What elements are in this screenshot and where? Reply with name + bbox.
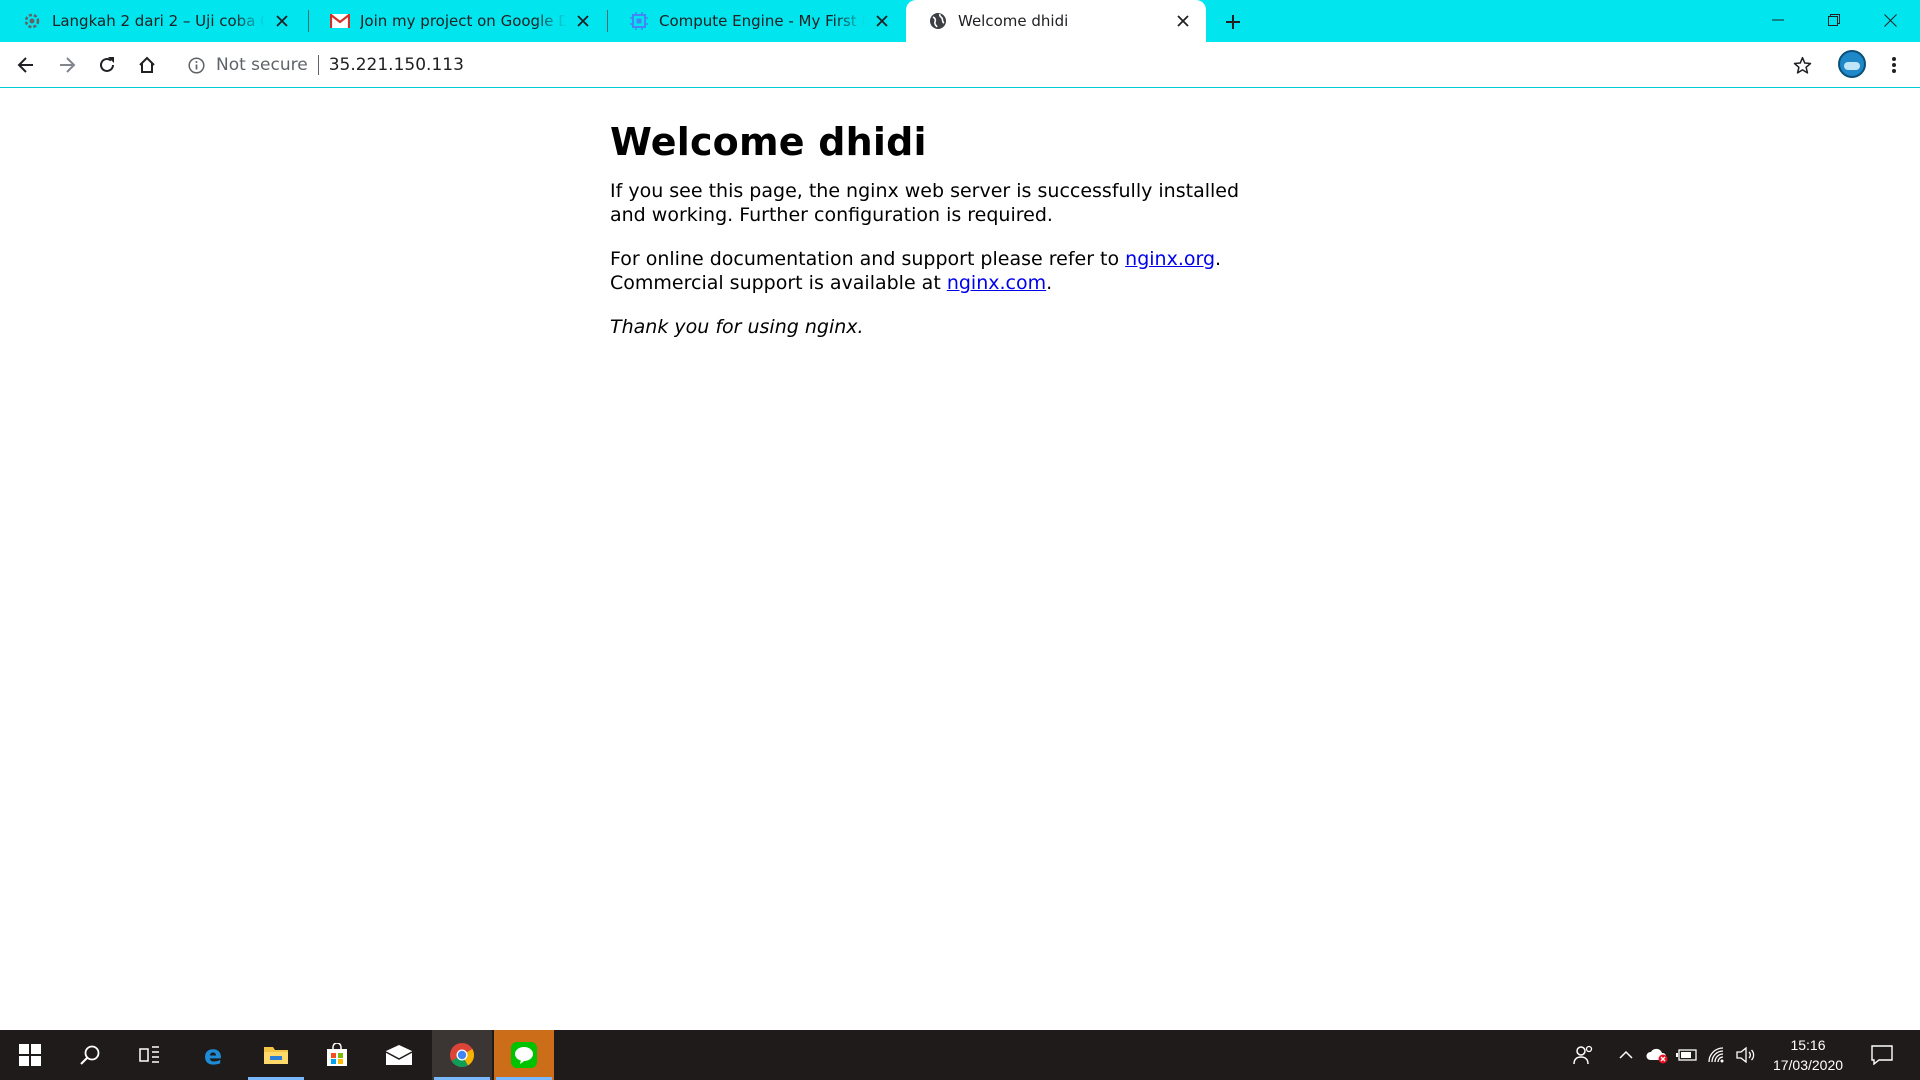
line-button[interactable] xyxy=(494,1030,554,1080)
tab-compute-engine[interactable]: Compute Engine - My First Project xyxy=(607,0,905,42)
omnibox-divider xyxy=(317,55,319,75)
cloud-error-icon xyxy=(1646,1048,1668,1064)
gear-icon xyxy=(22,11,42,31)
bookmark-button[interactable] xyxy=(1786,49,1818,81)
store-button[interactable] xyxy=(307,1030,367,1080)
info-icon[interactable] xyxy=(186,55,206,75)
commercial-text: Commercial support is available at xyxy=(610,272,947,294)
store-icon xyxy=(327,1043,347,1066)
people-icon xyxy=(1573,1045,1593,1065)
reload-button[interactable] xyxy=(91,49,123,81)
show-hidden-icons-button[interactable] xyxy=(1612,1030,1640,1080)
tab-join-project[interactable]: Join my project on Google Developers xyxy=(308,0,606,42)
notification-icon xyxy=(1871,1045,1893,1065)
new-tab-button[interactable] xyxy=(1218,7,1248,37)
intro-paragraph: If you see this page, the nginx web serv… xyxy=(610,180,1240,226)
gmail-icon xyxy=(330,11,350,31)
star-icon xyxy=(1793,56,1811,74)
tab-title: Welcome dhidi xyxy=(958,12,1069,30)
arrow-right-icon xyxy=(60,57,76,73)
close-tab-icon[interactable] xyxy=(572,10,594,32)
edge-button[interactable]: e xyxy=(183,1030,243,1080)
support-punct: . xyxy=(1215,248,1222,270)
profile-avatar[interactable] xyxy=(1838,50,1866,78)
search-button[interactable] xyxy=(60,1030,120,1080)
browser-toolbar: Not secure 35.221.150.113 xyxy=(0,42,1920,88)
close-tab-icon[interactable] xyxy=(271,10,293,32)
close-icon xyxy=(1883,13,1897,27)
tab-langkah[interactable]: Langkah 2 dari 2 – Uji coba Gratis xyxy=(0,0,305,42)
address-bar[interactable]: Not secure 35.221.150.113 xyxy=(178,47,1818,83)
arrow-left-icon xyxy=(17,57,33,73)
support-paragraph: For online documentation and support ple… xyxy=(610,247,1270,295)
search-icon xyxy=(80,1045,100,1065)
start-icon xyxy=(19,1044,41,1066)
thanks-text: Thank you for using nginx. xyxy=(610,316,864,338)
web-page: Welcome dhidi If you see this page, the … xyxy=(0,89,1920,1030)
chrome-icon xyxy=(450,1043,475,1068)
chrome-button[interactable] xyxy=(432,1030,492,1080)
tab-title: Compute Engine - My First Project xyxy=(659,12,865,30)
close-window-button[interactable] xyxy=(1862,0,1918,40)
wifi-icon xyxy=(1708,1047,1724,1063)
tab-welcome-dhidi[interactable]: Welcome dhidi xyxy=(906,0,1206,42)
file-explorer-icon xyxy=(264,1047,288,1064)
forward-button[interactable] xyxy=(51,49,83,81)
people-button[interactable] xyxy=(1566,1030,1602,1080)
plus-icon xyxy=(1226,15,1240,29)
mail-icon xyxy=(385,1045,413,1065)
battery-icon xyxy=(1676,1049,1697,1061)
home-button[interactable] xyxy=(131,49,163,81)
restore-icon xyxy=(1828,14,1840,26)
network-status[interactable] xyxy=(1703,1030,1731,1080)
tab-title: Langkah 2 dari 2 – Uji coba Gratis xyxy=(52,12,265,30)
compute-engine-icon xyxy=(629,11,649,31)
menu-button[interactable] xyxy=(1878,49,1910,81)
nginx-com-link[interactable]: nginx.com xyxy=(947,272,1046,294)
thanks-paragraph: Thank you for using nginx. xyxy=(610,315,1270,339)
tab-title: Join my project on Google Developers xyxy=(360,12,566,30)
mail-button[interactable] xyxy=(369,1030,429,1080)
task-view-icon xyxy=(139,1046,159,1063)
speaker-icon xyxy=(1736,1047,1755,1063)
minimize-icon xyxy=(1772,19,1784,21)
tab-strip: Langkah 2 dari 2 – Uji coba Gratis Join … xyxy=(0,0,1920,42)
globe-icon xyxy=(928,11,948,31)
minimize-button[interactable] xyxy=(1750,0,1806,40)
page-title: Welcome dhidi xyxy=(610,120,927,164)
close-tab-icon[interactable] xyxy=(1172,10,1194,32)
support-text: For online documentation and support ple… xyxy=(610,248,1126,270)
volume-control[interactable] xyxy=(1732,1030,1760,1080)
task-view-button[interactable] xyxy=(120,1030,180,1080)
file-explorer-button[interactable] xyxy=(246,1030,306,1080)
line-icon xyxy=(511,1042,537,1068)
reload-icon xyxy=(100,57,114,72)
commercial-punct: . xyxy=(1046,272,1053,294)
url-text[interactable]: 35.221.150.113 xyxy=(329,55,464,75)
clock-time: 15:16 xyxy=(1790,1037,1826,1053)
svg-text:e: e xyxy=(204,1042,222,1068)
action-center-button[interactable] xyxy=(1862,1030,1902,1080)
onedrive-status[interactable] xyxy=(1642,1030,1672,1080)
clock-date: 17/03/2020 xyxy=(1772,1057,1844,1073)
edge-icon: e xyxy=(204,1042,222,1068)
security-status[interactable]: Not secure xyxy=(216,55,308,75)
close-tab-icon[interactable] xyxy=(871,10,893,32)
taskbar-clock[interactable]: 15:16 17/03/2020 xyxy=(1760,1035,1856,1075)
more-vertical-icon xyxy=(1892,57,1896,73)
chevron-up-icon xyxy=(1619,1050,1633,1059)
restore-button[interactable] xyxy=(1806,0,1862,40)
battery-status[interactable] xyxy=(1673,1030,1701,1080)
back-button[interactable] xyxy=(10,49,42,81)
home-icon xyxy=(139,56,155,73)
page-content: Welcome dhidi If you see this page, the … xyxy=(610,119,1270,359)
nginx-org-link[interactable]: nginx.org xyxy=(1125,248,1215,270)
start-button[interactable] xyxy=(0,1030,60,1080)
windows-taskbar: e 15:16 17/03/2020 xyxy=(0,1030,1920,1080)
